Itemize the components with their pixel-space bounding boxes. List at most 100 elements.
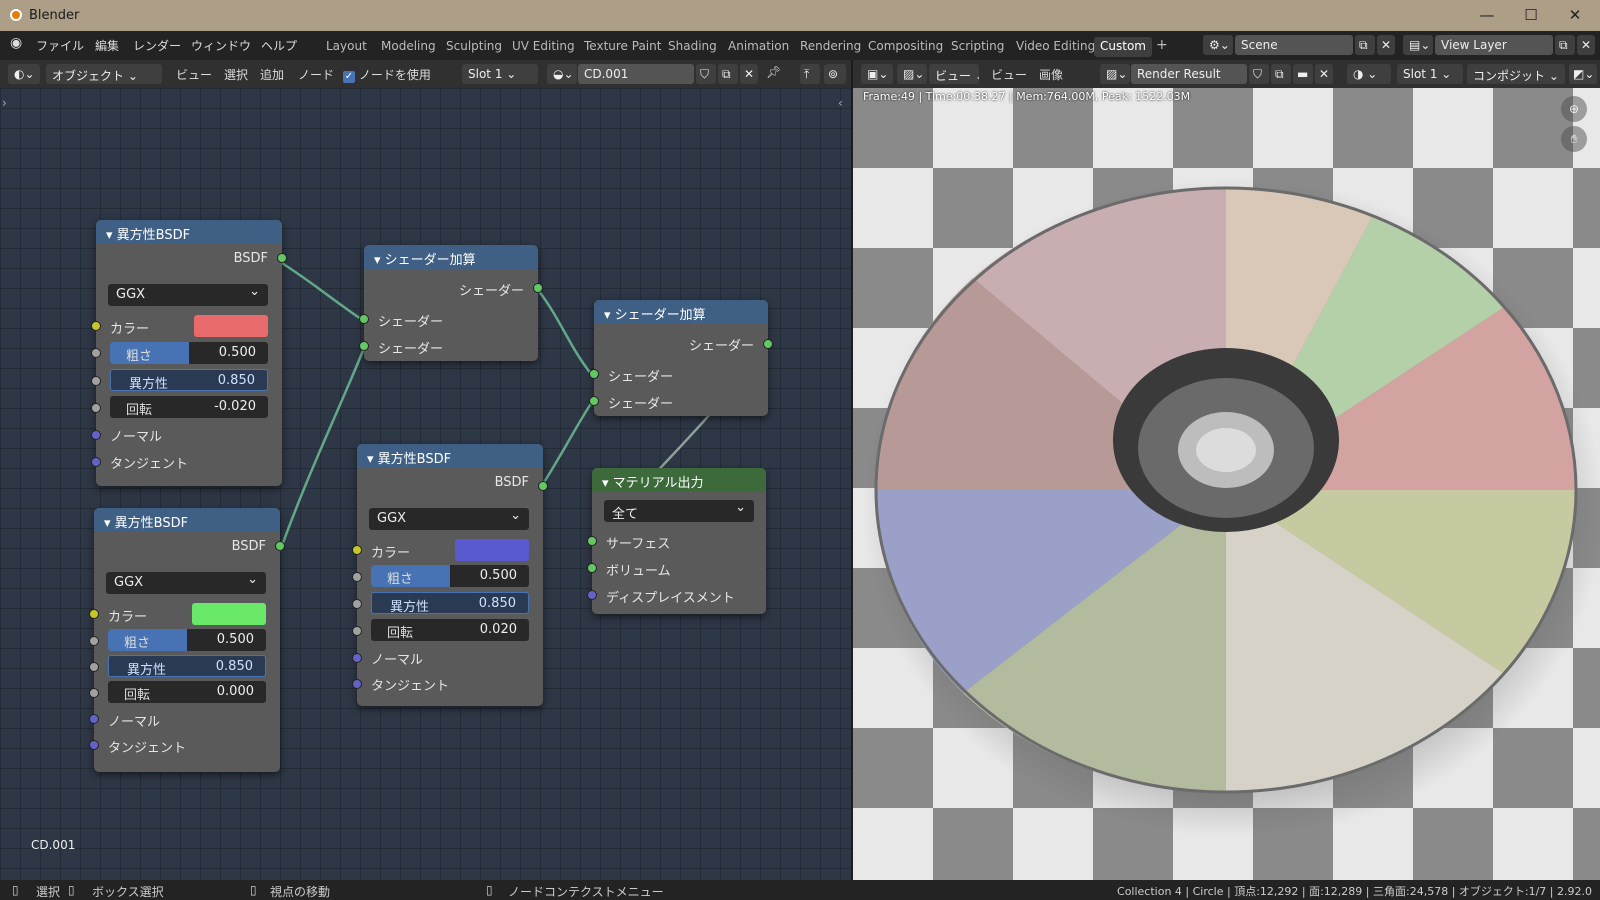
delete-view-layer-icon[interactable]: ✕: [1577, 35, 1595, 55]
use-nodes-checkbox[interactable]: ✓ ノードを使用: [343, 66, 431, 83]
add-workspace-button[interactable]: +: [1150, 35, 1174, 55]
material-browse-icon[interactable]: ◒⌄: [547, 64, 577, 84]
target-dropdown[interactable]: 全て: [604, 500, 754, 522]
distribution-dropdown[interactable]: GGX: [106, 572, 266, 594]
output-bsdf-socket[interactable]: [275, 541, 285, 551]
menu-render[interactable]: レンダー: [133, 37, 181, 54]
anisotropy-slider[interactable]: 異方性 0.850: [371, 592, 529, 614]
color-socket[interactable]: [89, 609, 99, 619]
close-button[interactable]: ✕: [1552, 2, 1598, 28]
parent-node-tree-icon[interactable]: ⤒: [800, 64, 820, 84]
anisotropy-slider[interactable]: 異方性 0.850: [108, 655, 266, 677]
node-add-shader-2[interactable]: ▾ シェーダー加算 シェーダー シェーダー シェーダー: [589, 300, 773, 416]
distribution-dropdown[interactable]: GGX: [108, 284, 268, 306]
tab-uv-editing[interactable]: UV Editing: [506, 37, 581, 57]
minimize-button[interactable]: —: [1464, 2, 1510, 28]
input-shader-2-socket[interactable]: [589, 396, 599, 406]
tab-sculpting[interactable]: Sculpting: [440, 37, 508, 57]
image-name-field[interactable]: Render Result: [1131, 64, 1247, 84]
image-browse-icon[interactable]: ▨⌄: [1100, 64, 1130, 84]
material-name-field[interactable]: CD.001: [578, 64, 694, 84]
normal-socket[interactable]: [352, 653, 362, 663]
rotation-socket[interactable]: [352, 626, 362, 636]
menu-select[interactable]: 選択: [224, 66, 248, 83]
menu-view[interactable]: ビュー: [176, 66, 212, 83]
view-mode-dropdown[interactable]: ビュー ⌄: [929, 64, 979, 84]
roughness-socket[interactable]: [352, 572, 362, 582]
render-result-viewport[interactable]: Frame:49 | Time:00:38.27 | Mem:764.00M, …: [853, 88, 1600, 880]
surface-socket[interactable]: [587, 536, 597, 546]
blender-menu-icon[interactable]: ◉: [10, 35, 22, 51]
node-header[interactable]: ▾ マテリアル出力: [592, 468, 766, 492]
menu-node[interactable]: ノード: [298, 66, 334, 83]
node-header[interactable]: ▾ シェーダー加算: [594, 300, 768, 324]
view-mode-icon[interactable]: ▨⌄: [897, 64, 927, 84]
roughness-slider[interactable]: 粗さ 0.500: [108, 629, 266, 651]
displacement-socket[interactable]: [587, 590, 597, 600]
input-shader-2-socket[interactable]: [359, 341, 369, 351]
anisotropy-socket[interactable]: [91, 376, 101, 386]
scene-icon[interactable]: ⚙⌄: [1203, 35, 1233, 55]
output-shader-socket[interactable]: [763, 339, 773, 349]
roughness-slider[interactable]: 粗さ 0.500: [110, 342, 268, 364]
rotation-socket[interactable]: [91, 403, 101, 413]
node-editor[interactable]: › ‹ CD.001 ▾ 異方性BSDF BSDF GGX カラー 粗さ0.50…: [0, 88, 851, 880]
input-shader-1-socket[interactable]: [589, 369, 599, 379]
anisotropy-socket[interactable]: [89, 662, 99, 672]
anisotropy-slider[interactable]: 異方性 0.850: [110, 369, 268, 391]
scene-field[interactable]: Scene: [1235, 35, 1353, 55]
overlay-icon[interactable]: ◑ ⌄: [1347, 64, 1391, 84]
node-add-shader-1[interactable]: ▾ シェーダー加算 シェーダー シェーダー シェーダー: [359, 245, 543, 361]
menu-file[interactable]: ファイル: [36, 37, 84, 54]
image-unlink-icon[interactable]: ✕: [1315, 64, 1333, 84]
output-shader-socket[interactable]: [533, 283, 543, 293]
view-layer-field[interactable]: View Layer: [1435, 35, 1553, 55]
node-anisotropic-bsdf-1[interactable]: ▾ 異方性BSDF BSDF GGX カラー 粗さ0.500 異方性0.850 …: [91, 220, 287, 486]
normal-socket[interactable]: [91, 430, 101, 440]
roughness-slider[interactable]: 粗さ 0.500: [371, 565, 529, 587]
maximize-button[interactable]: ☐: [1508, 2, 1554, 28]
tab-modeling[interactable]: Modeling: [375, 37, 442, 57]
node-material-output[interactable]: ▾ マテリアル出力 全て サーフェス ボリューム ディスプレイスメント: [587, 468, 766, 614]
menu-window[interactable]: ウィンドウ: [191, 37, 251, 54]
roughness-socket[interactable]: [89, 636, 99, 646]
output-bsdf-socket[interactable]: [277, 253, 287, 263]
render-pass-dropdown[interactable]: コンポジット ⌄: [1467, 64, 1565, 84]
unlink-material-icon[interactable]: ✕: [740, 64, 758, 84]
node-header[interactable]: ▾ シェーダー加算: [364, 245, 538, 269]
view-layer-icon[interactable]: ▤⌄: [1403, 35, 1433, 55]
tab-video-editing[interactable]: Video Editing: [1010, 37, 1101, 57]
slot-dropdown[interactable]: Slot 1 ⌄: [462, 64, 538, 84]
tab-animation[interactable]: Animation: [722, 37, 795, 57]
rotation-socket[interactable]: [89, 688, 99, 698]
rotation-slider[interactable]: 回転 -0.020: [110, 396, 268, 418]
tab-texture-paint[interactable]: Texture Paint: [578, 37, 667, 57]
tab-rendering[interactable]: Rendering: [794, 37, 867, 57]
menu-image-view[interactable]: ビュー: [991, 66, 1027, 83]
hand-pan-icon[interactable]: ✋︎: [1561, 126, 1587, 152]
tab-shading[interactable]: Shading: [662, 37, 723, 57]
color-socket[interactable]: [91, 321, 101, 331]
color-swatch[interactable]: [194, 315, 268, 337]
image-editor-type-icon[interactable]: ▣⌄: [861, 64, 893, 84]
display-channels-icon[interactable]: ◩⌄: [1569, 64, 1597, 84]
duplicate-material-icon[interactable]: ⧉: [718, 64, 738, 84]
node-anisotropic-bsdf-2[interactable]: ▾ 異方性BSDF BSDF GGX カラー 粗さ0.500 異方性0.850 …: [89, 508, 285, 772]
pin-icon[interactable]: 📌︎: [766, 65, 781, 79]
rotation-slider[interactable]: 回転 0.020: [371, 619, 529, 641]
menu-image[interactable]: 画像: [1039, 66, 1063, 83]
volume-socket[interactable]: [587, 563, 597, 573]
color-swatch[interactable]: [455, 539, 529, 561]
image-duplicate-icon[interactable]: ⧉: [1271, 64, 1291, 84]
delete-scene-icon[interactable]: ✕: [1377, 35, 1395, 55]
new-view-layer-icon[interactable]: ⧉: [1555, 35, 1575, 55]
fake-user-shield-icon[interactable]: ⛉: [696, 64, 716, 84]
menu-edit[interactable]: 編集: [95, 37, 119, 54]
menu-help[interactable]: ヘルプ: [261, 37, 297, 54]
node-header[interactable]: ▾ 異方性BSDF: [94, 508, 280, 532]
roughness-socket[interactable]: [91, 348, 101, 358]
tab-compositing[interactable]: Compositing: [862, 37, 949, 57]
zoom-icon[interactable]: ⊕: [1561, 96, 1587, 122]
tangent-socket[interactable]: [89, 740, 99, 750]
rotation-slider[interactable]: 回転 0.000: [108, 681, 266, 703]
